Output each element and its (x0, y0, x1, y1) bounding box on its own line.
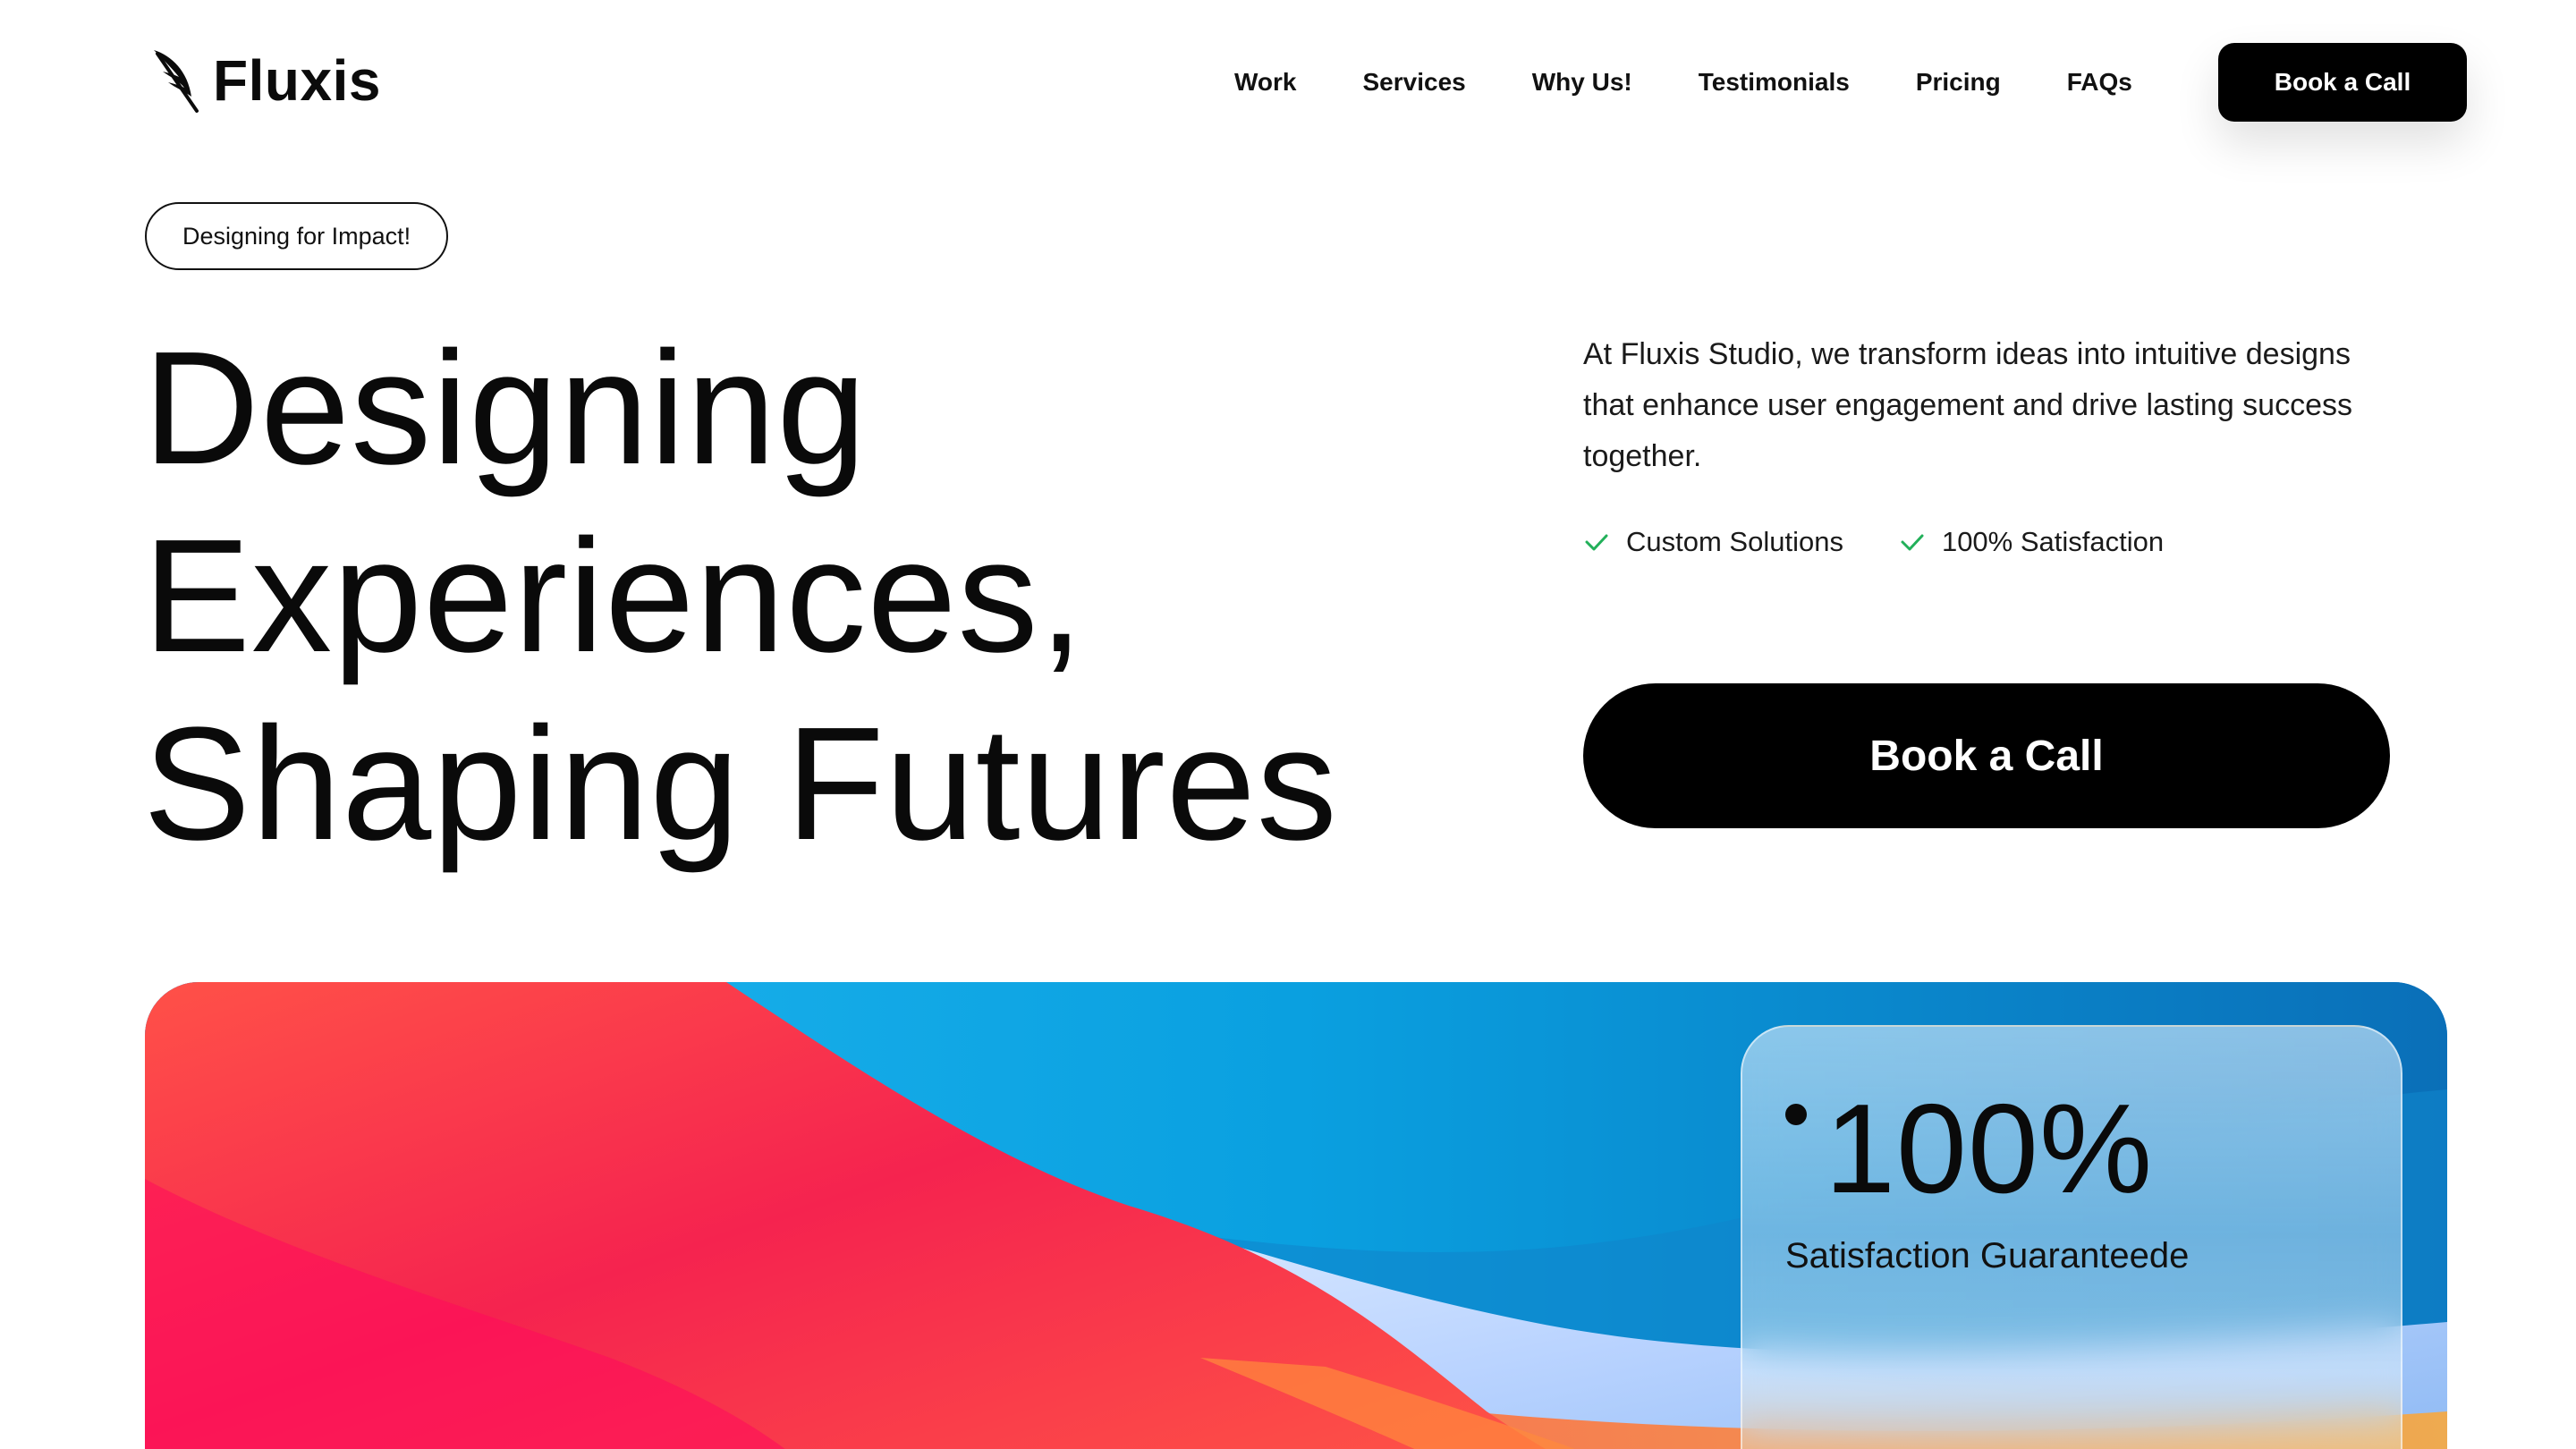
feature-label: Custom Solutions (1626, 526, 1843, 557)
hero-book-call-button[interactable]: Book a Call (1583, 683, 2390, 828)
stat-label: Satisfaction Guaranteede (1785, 1236, 2190, 1275)
hero-title-line: Experiences, (143, 506, 1085, 686)
brand-logo[interactable]: Fluxis (148, 47, 381, 114)
nav-item-pricing[interactable]: Pricing (1916, 43, 2001, 122)
nav-item-work[interactable]: Work (1234, 43, 1297, 122)
hero-badge: Designing for Impact! (145, 202, 449, 270)
check-icon (1901, 534, 1924, 551)
main-nav: Work Services Why Us! Testimonials Prici… (1234, 43, 2199, 122)
nav-item-faqs[interactable]: FAQs (2067, 43, 2132, 122)
satisfaction-stat-card: 100% Satisfaction Guaranteede (1741, 1025, 2402, 1449)
site-header: Fluxis Work Services Why Us! Testimonial… (0, 0, 2576, 161)
feature-label: 100% Satisfaction (1941, 526, 2165, 557)
feature-list: Custom Solutions 100% Satisfaction (1583, 526, 2164, 558)
check-icon (1585, 534, 1608, 551)
hero-description: At Fluxis Studio, we transform ideas int… (1583, 337, 2352, 473)
hero-title-line: Shaping Futures (143, 694, 1338, 874)
feature-item: 100% Satisfaction (1899, 526, 2164, 558)
nav-item-why-us[interactable]: Why Us! (1532, 43, 1632, 122)
header-book-call-button[interactable]: Book a Call (2218, 43, 2467, 122)
stat-value: 100% (1825, 1078, 2154, 1220)
nav-item-services[interactable]: Services (1363, 43, 1466, 122)
feather-icon (154, 50, 199, 113)
hero-title-line: Designing (143, 318, 868, 498)
landing-page: Fluxis Work Services Why Us! Testimonial… (0, 0, 2576, 1449)
brand-name: Fluxis (213, 48, 381, 113)
nav-item-testimonials[interactable]: Testimonials (1699, 43, 1850, 122)
hero-title: Designing Experiences, Shaping Futures (143, 315, 1338, 878)
feature-item: Custom Solutions (1583, 526, 1843, 558)
bullet-dot (1785, 1104, 1807, 1125)
